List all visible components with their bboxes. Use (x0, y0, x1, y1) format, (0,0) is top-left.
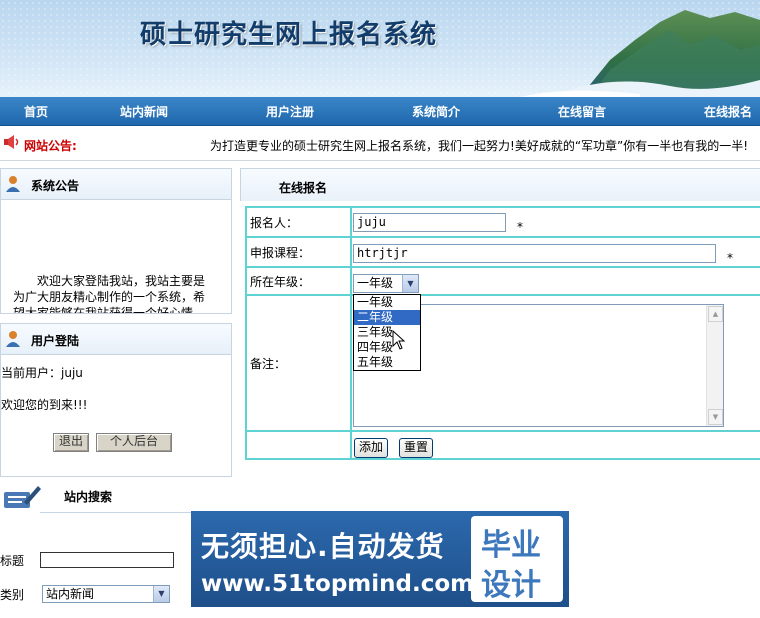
grade-option-highlighted[interactable]: 二年级 (354, 310, 420, 325)
signup-title: 在线报名 (279, 181, 328, 195)
required-mark: * (727, 251, 733, 265)
site-banner: 硕士研究生网上报名系统 (0, 0, 760, 97)
user-icon (6, 331, 20, 347)
chevron-down-icon[interactable]: ▼ (402, 275, 418, 292)
login-header: 用户登陆 (1, 324, 231, 355)
watermark-stamp: 毕业 设计 (471, 516, 563, 603)
speaker-icon (4, 135, 19, 149)
nav-news[interactable]: 站内新闻 (120, 103, 168, 120)
watermark-stamp-line2: 设计 (481, 568, 541, 603)
grade-option[interactable]: 五年级 (354, 355, 420, 370)
logout-button[interactable]: 退出 (53, 433, 89, 452)
grade-select-value: 一年级 (357, 276, 394, 290)
grade-option[interactable]: 四年级 (354, 340, 420, 355)
scroll-up-icon[interactable]: ▲ (708, 306, 723, 322)
grade-dropdown-list: 一年级 二年级 三年级 四年级 五年级 (353, 294, 421, 371)
site-search-title: 站内搜索 (64, 490, 113, 504)
pen-note-icon (4, 486, 41, 508)
watermark-line1: 无须担心.自动发货 (201, 530, 445, 563)
signup-header: 在线报名 (240, 168, 760, 201)
chevron-down-icon[interactable]: ▼ (153, 586, 169, 602)
grade-select[interactable]: 一年级 ▼ (353, 274, 419, 293)
mouse-cursor-icon (392, 330, 406, 350)
actions-label-cell (245, 430, 352, 460)
search-title-input[interactable] (40, 552, 174, 568)
search-title-label: 标题 (0, 554, 25, 568)
required-mark: * (517, 220, 523, 234)
login-title: 用户登陆 (31, 334, 80, 348)
current-user-text: 当前用户：juju (1, 366, 83, 380)
applicant-input[interactable]: juju (353, 213, 506, 232)
system-notice-panel: 系统公告 欢迎大家登陆我站，我站主要是为广大朋友精心制作的一个系统，希望大家能够… (0, 168, 232, 314)
nav-message[interactable]: 在线留言 (558, 103, 606, 120)
welcome-text: 欢迎您的到来!!! (1, 398, 88, 412)
watermark-stamp-line1: 毕业 (481, 528, 541, 563)
search-category-select[interactable]: 站内新闻 ▼ (42, 585, 170, 603)
grade-label: 所在年级： (245, 266, 352, 296)
system-notice-title: 系统公告 (31, 179, 80, 193)
main-nav: 首页 站内新闻 用户注册 系统简介 在线留言 在线报名 (0, 97, 760, 126)
nav-register[interactable]: 用户注册 (266, 103, 314, 120)
search-category-label: 类别 (0, 588, 25, 602)
user-icon (6, 176, 20, 192)
reset-button[interactable]: 重置 (399, 438, 434, 458)
add-button[interactable]: 添加 (354, 438, 389, 458)
nav-online-signup[interactable]: 在线报名 (704, 103, 752, 120)
admin-panel-button[interactable]: 个人后台 (96, 433, 172, 452)
nav-about[interactable]: 系统简介 (412, 103, 460, 120)
notice-bar: 网站公告: 为打造更专业的硕士研究生网上报名系统，我们一起努力!美好成就的“军功… (0, 126, 760, 161)
row-grade: 所在年级： (245, 266, 760, 296)
notice-marquee-text: 为打造更专业的硕士研究生网上报名系统，我们一起努力!美好成就的“军功章”你有一半… (210, 139, 749, 153)
course-input[interactable]: htrjtjr (353, 244, 716, 263)
system-notice-header: 系统公告 (1, 169, 231, 200)
course-label: 申报课程： (245, 236, 352, 268)
watermark-banner: 无须担心.自动发货 www.51topmind.com 毕业 设计 (191, 511, 569, 607)
scroll-down-icon[interactable]: ▼ (708, 409, 723, 425)
remark-label: 备注： (245, 294, 352, 432)
login-panel: 用户登陆 当前用户：juju 欢迎您的到来!!! 退出 个人后台 (0, 323, 232, 477)
grade-option[interactable]: 一年级 (354, 295, 420, 310)
system-notice-text: 欢迎大家登陆我站，我站主要是为广大朋友精心制作的一个系统，希望大家能够在我站获得… (13, 274, 206, 314)
row-actions (245, 430, 760, 460)
applicant-label: 报名人： (245, 206, 352, 238)
site-title: 硕士研究生网上报名系统 (140, 20, 438, 50)
search-category-value: 站内新闻 (46, 587, 95, 601)
mountain-illustration (520, 10, 760, 97)
notice-label: 网站公告: (24, 139, 77, 153)
watermark-line2: www.51topmind.com (201, 571, 475, 597)
grade-option[interactable]: 三年级 (354, 325, 420, 340)
remark-scrollbar[interactable]: ▲ ▼ (706, 305, 723, 426)
nav-home[interactable]: 首页 (24, 103, 48, 120)
